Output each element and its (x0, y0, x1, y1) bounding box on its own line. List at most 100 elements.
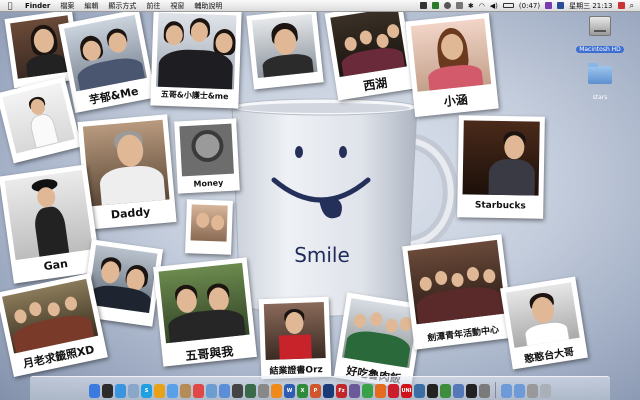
dock-terminal-icon[interactable] (427, 384, 438, 398)
photo-image (179, 123, 234, 177)
dock-finder-icon[interactable] (89, 384, 100, 398)
menu-extra-icon[interactable] (419, 2, 427, 9)
battery-icon[interactable] (502, 3, 514, 8)
photo-image (4, 170, 93, 261)
photo-caption: 結業證書Orz (269, 365, 323, 377)
photo-image (462, 120, 540, 196)
menu-app-finder[interactable]: Finder (20, 2, 55, 10)
dock-excel-icon[interactable]: X (297, 384, 308, 398)
photo-polaroid[interactable]: 五哥與我 (153, 257, 257, 367)
photo-caption: 五哥與我 (184, 344, 234, 364)
photo-caption: Starbucks (474, 200, 526, 212)
photo-polaroid[interactable]: Gan (0, 164, 102, 284)
dock-qq-icon[interactable] (466, 384, 477, 398)
dock-adium-icon[interactable] (154, 384, 165, 398)
timemachine-icon[interactable] (443, 2, 451, 9)
dock-itunes-icon[interactable] (219, 384, 230, 398)
dock: S W X P Fz UNI (30, 376, 610, 400)
photo-polaroid[interactable]: Money (174, 118, 240, 194)
photo-image (158, 262, 250, 344)
photo-caption: Money (193, 178, 224, 189)
yahoo-icon[interactable] (545, 2, 553, 9)
dock-network-icon[interactable] (349, 384, 360, 398)
photo-image (251, 14, 318, 78)
photo-polaroid[interactable] (246, 8, 324, 90)
dock-sysprefs-icon[interactable] (258, 384, 269, 398)
photo-image (263, 301, 326, 361)
dock-chrome-icon[interactable] (362, 384, 373, 398)
photo-polaroid[interactable]: 憨憨台大哥 (500, 276, 588, 370)
dock-vlc-icon[interactable] (271, 384, 282, 398)
photo-polaroid[interactable]: 芋郁&Me (58, 9, 156, 113)
photo-polaroid[interactable]: 結業證書Orz (258, 296, 332, 380)
dock-mail-icon[interactable] (128, 384, 139, 398)
dock-filezilla-icon[interactable]: Fz (336, 384, 347, 398)
photo-image (82, 119, 170, 207)
menu-clock[interactable]: 星期三 21:13 (569, 1, 612, 11)
dock-documents-folder-icon[interactable] (514, 384, 525, 398)
dock-stack-icon[interactable] (527, 384, 538, 398)
dock-preview-icon[interactable] (206, 384, 217, 398)
dock-skype-icon[interactable]: S (141, 384, 152, 398)
menu-extra-red-icon[interactable] (617, 2, 625, 9)
dock-timemachine-icon[interactable] (245, 384, 256, 398)
dock-firefox-icon[interactable] (375, 384, 386, 398)
dock-uniqlo-icon[interactable]: UNI (401, 384, 412, 398)
folder-icon (588, 63, 612, 84)
photo-image (330, 7, 407, 78)
menu-extra-green-icon[interactable] (431, 2, 439, 9)
apple-menu-icon[interactable]:  (0, 1, 20, 10)
photo-polaroid[interactable] (185, 199, 233, 255)
dock-powerpoint-icon[interactable]: P (310, 384, 321, 398)
photo-image (64, 14, 147, 92)
dock-addressbook-icon[interactable] (180, 384, 191, 398)
photo-polaroid[interactable]: 西湖 (324, 1, 416, 101)
photo-image (2, 82, 75, 154)
menu-extra-gray-icon[interactable] (455, 2, 463, 9)
desktop-icon-macintosh-hd[interactable]: Macintosh HD (570, 16, 630, 55)
dock-app-gray-icon[interactable] (479, 384, 490, 398)
photo-image (505, 282, 580, 348)
photo-image (190, 204, 228, 242)
volume-icon[interactable]: ◀) (490, 2, 498, 10)
dock-safari-icon[interactable] (115, 384, 126, 398)
menu-help[interactable]: 輔助說明 (189, 1, 227, 11)
dock-photoshop-icon[interactable] (323, 384, 334, 398)
status-area: ✱ ◠ ◀) (0:47) 星期三 21:13 ⌕ (419, 1, 640, 11)
photo-polaroid[interactable] (0, 76, 82, 164)
dock-downloads-folder-icon[interactable] (501, 384, 512, 398)
menu-window[interactable]: 視窗 (165, 1, 189, 11)
wifi-icon[interactable]: ◠ (479, 2, 485, 10)
dock-activity-icon[interactable] (414, 384, 425, 398)
menu-view[interactable]: 顯示方式 (103, 1, 141, 11)
dock-word-icon[interactable]: W (284, 384, 295, 398)
battery-time[interactable]: (0:47) (519, 2, 540, 10)
photo-polaroid[interactable]: Starbucks (457, 115, 545, 219)
photo-polaroid[interactable]: 劍潭青年活動中心 (402, 234, 514, 350)
photo-polaroid[interactable]: 五哥&小護士&me (150, 7, 242, 109)
spotlight-icon[interactable]: ⌕ (630, 1, 634, 11)
menu-file[interactable]: 檔案 (55, 1, 79, 11)
photo-polaroid[interactable]: 月老求籤照XD (0, 272, 108, 378)
menu-edit[interactable]: 編輯 (79, 1, 103, 11)
dock-opera-icon[interactable] (388, 384, 399, 398)
menu-go[interactable]: 前往 (141, 1, 165, 11)
dock-app-blue-icon[interactable] (453, 384, 464, 398)
bluetooth-icon[interactable]: ✱ (468, 2, 474, 10)
dock-trash-icon[interactable] (540, 384, 551, 398)
photo-image (407, 239, 506, 325)
dock-dashboard-icon[interactable] (102, 384, 113, 398)
dock-separator (495, 382, 496, 398)
dock-ichat-icon[interactable] (167, 384, 178, 398)
photo-caption: 五哥&小護士&me (160, 89, 229, 102)
photo-image (155, 12, 237, 90)
input-method-icon[interactable] (557, 2, 565, 9)
desktop-icon-stars[interactable]: stars (570, 63, 630, 103)
dock-photobooth-icon[interactable] (232, 384, 243, 398)
desktop-icon-label: stars (592, 94, 608, 101)
dock-app-green-icon[interactable] (440, 384, 451, 398)
photo-caption: 小涵 (443, 92, 469, 110)
dock-ical-icon[interactable] (193, 384, 204, 398)
mug-label: Smile (294, 243, 350, 267)
photo-polaroid[interactable]: 小涵 (405, 12, 499, 118)
